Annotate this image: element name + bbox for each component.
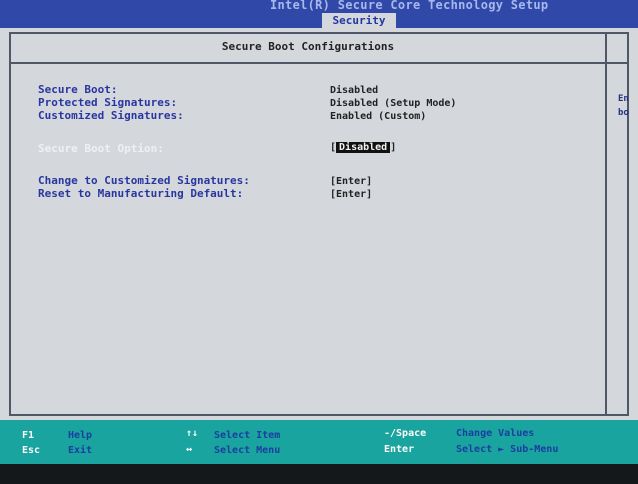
protected-signatures-label: Protected Signatures: xyxy=(38,96,178,109)
help-panel: En bo xyxy=(618,92,629,120)
space-key: -/Space xyxy=(384,428,427,439)
reset-manufacturing-default-label[interactable]: Reset to Manufacturing Default: xyxy=(38,187,243,200)
enter-key: Enter xyxy=(384,444,415,455)
reset-manufacturing-default-enter[interactable]: [Enter] xyxy=(330,189,372,200)
sub-menu-hint: Select ► Sub-Menu xyxy=(456,444,559,455)
secure-boot-value: Disabled xyxy=(330,85,379,96)
bios-screen: Intel(R) Secure Core Technology Setup Se… xyxy=(0,0,638,484)
key-legend-footer: F1 Help Esc Exit ↑↓ Select Item ↔ Select… xyxy=(0,420,638,464)
secure-boot-option-field[interactable]: [Disabled] xyxy=(330,142,396,153)
esc-key: Esc xyxy=(22,445,41,456)
setup-title: Intel(R) Secure Core Technology Setup xyxy=(270,0,549,12)
tab-security[interactable]: Security xyxy=(322,13,396,28)
customized-signatures-value: Enabled (Custom) xyxy=(330,111,427,122)
select-item-hint: Select Item xyxy=(214,430,281,441)
help-panel-divider xyxy=(605,32,607,416)
left-right-arrows-icon: ↔ xyxy=(186,444,193,455)
title-bar: Intel(R) Secure Core Technology Setup xyxy=(0,0,638,28)
up-down-arrows-icon: ↑↓ xyxy=(186,428,199,439)
help-hint: Help xyxy=(68,430,93,441)
secure-boot-option-label: Secure Boot Option: xyxy=(38,142,164,155)
secure-boot-label: Secure Boot: xyxy=(38,83,118,96)
protected-signatures-value: Disabled (Setup Mode) xyxy=(330,98,457,109)
change-customized-signatures-label[interactable]: Change to Customized Signatures: xyxy=(38,174,250,187)
secure-boot-option-value[interactable]: Disabled xyxy=(336,142,391,153)
help-line-1: En xyxy=(618,94,629,104)
f1-key: F1 xyxy=(22,430,35,441)
page-title: Secure Boot Configurations xyxy=(221,40,395,53)
exit-hint: Exit xyxy=(68,445,93,456)
help-line-2: bo xyxy=(618,108,629,118)
customized-signatures-label: Customized Signatures: xyxy=(38,109,184,122)
monitor-bezel xyxy=(0,464,638,484)
change-values-hint: Change Values xyxy=(456,428,535,439)
change-customized-signatures-enter[interactable]: [Enter] xyxy=(330,176,372,187)
select-menu-hint: Select Menu xyxy=(214,445,281,456)
